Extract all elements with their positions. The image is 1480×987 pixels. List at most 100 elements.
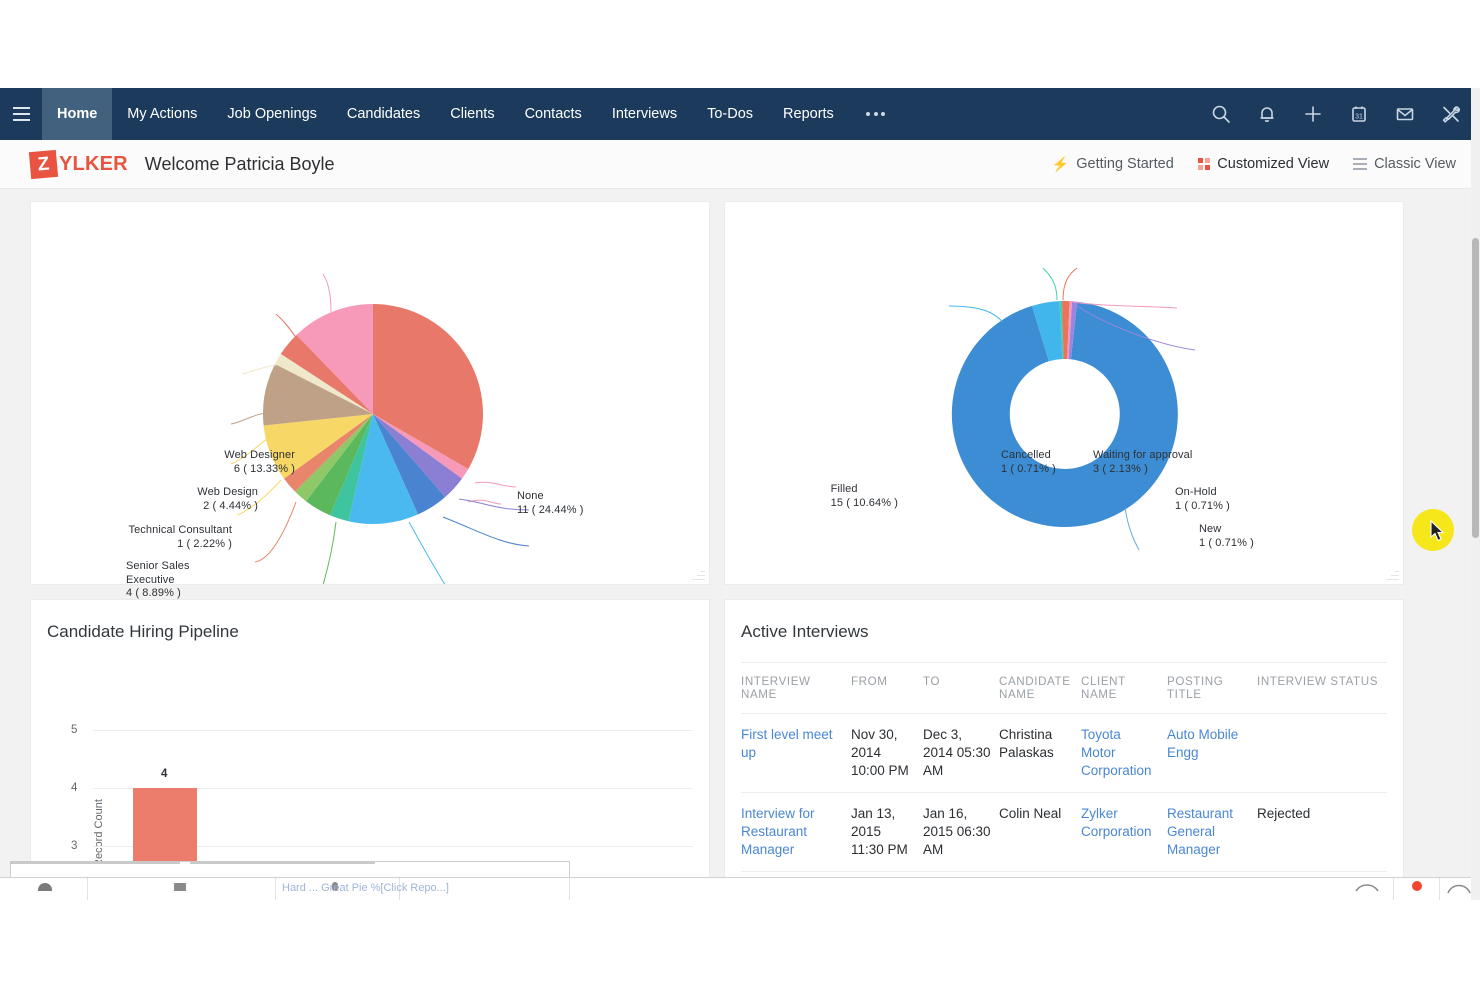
column-from[interactable]: FROM (851, 662, 923, 714)
bar-chart-y-axis-label: Record Count (93, 799, 105, 867)
candidate-hiring-pipeline-card: Candidate Hiring Pipeline Record Count 5… (30, 599, 710, 900)
donut-label-on-hold-value: 1 ( 0.71% ) (1175, 499, 1230, 512)
nav-item-todos-label: To-Dos (707, 106, 754, 122)
table-row[interactable]: Interview for Restaurant Manager Jan 13,… (741, 792, 1387, 872)
column-to[interactable]: TO (923, 662, 999, 714)
toolbar-cell-5[interactable] (1340, 878, 1394, 900)
envelope-icon[interactable] (1392, 101, 1418, 127)
record-dot-icon (1412, 881, 1422, 891)
hamburger-menu-icon[interactable] (0, 88, 42, 140)
nav-item-clients[interactable]: Clients (435, 88, 509, 140)
donut-label-on-hold: On-Hold 1 ( 0.71% ) (1175, 486, 1230, 513)
nav-item-candidates-label: Candidates (346, 106, 421, 122)
nav-item-my-actions[interactable]: My Actions (112, 88, 212, 140)
pie-label-none: None 11 ( 24.44% ) (517, 490, 584, 517)
row-1-to: Jan 16, 2015 06:30 AM (923, 792, 999, 872)
donut-label-new-name: New (1199, 523, 1222, 535)
bar-chart-ytick-3: 3 (71, 840, 78, 852)
row-0-posting-title[interactable]: Auto Mobile Engg (1167, 727, 1238, 760)
row-1-interview-name[interactable]: Interview for Restaurant Manager (741, 806, 815, 857)
nav-item-clients-label: Clients (450, 106, 495, 122)
partial-foreground-window-strip (0, 861, 1480, 877)
search-icon[interactable] (1208, 101, 1234, 127)
pie-label-web-designer-name: Web Designer (224, 449, 295, 461)
toolbar-cell-1[interactable] (10, 878, 88, 900)
job-opening-by-title-pie-card: None 11 ( 24.44% ) Auto Mobile Engg 1 ( … (30, 201, 710, 757)
page-scrollbar-thumb[interactable] (1472, 238, 1479, 538)
bar-chart-ytick-5: 5 (71, 724, 78, 736)
toolbar-truncated-text: Hard ... Great Pie %[Click Repo...] (282, 882, 449, 894)
donut-label-filled-value: 15 ( 10.64% ) (830, 496, 898, 509)
pie-label-technical-consultant-name: Technical Consultant (128, 524, 232, 536)
nav-item-interviews-label: Interviews (611, 106, 678, 122)
pie-label-senior-sales-executive: Senior Sales Executive 4 ( 8.89% ) (126, 560, 216, 601)
zylker-logo[interactable]: Z YLKER (28, 149, 128, 179)
donut-label-cancelled-name: Cancelled (1001, 449, 1051, 461)
bell-icon[interactable] (1254, 101, 1280, 127)
pie-label-technical-consultant: Technical Consultant 1 ( 2.22% ) (128, 524, 232, 551)
table-row[interactable]: First level meet up Nov 30, 2014 10:00 P… (741, 713, 1387, 793)
toolbar-cell-2[interactable] (88, 878, 276, 900)
donut-card-resize-handle[interactable] (1386, 567, 1399, 580)
row-1-candidate-name: Colin Neal (999, 792, 1081, 872)
donut-label-waiting-for-approval-name: Waiting for approval (1093, 449, 1193, 461)
page-scrollbar[interactable] (1471, 88, 1480, 900)
nav-overflow-menu-icon[interactable] (849, 88, 903, 140)
donut-chart[interactable]: Filled 15 ( 10.64% ) Cancelled 1 ( 0.71%… (725, 202, 1403, 762)
row-1-client-name[interactable]: Zylker Corporation (1081, 806, 1152, 839)
bar-chart-ytick-4: 4 (71, 782, 78, 794)
bolt-icon: ⚡ (1051, 155, 1070, 172)
toolbar-cell-record[interactable] (1394, 878, 1440, 900)
application-root: Home My Actions Job Openings Candidates … (0, 88, 1480, 900)
pie-label-web-design: Web Design 2 ( 4.44% ) (197, 486, 258, 513)
pipeline-title: Candidate Hiring Pipeline (47, 622, 239, 641)
plus-icon[interactable] (1300, 101, 1326, 127)
calendar-icon[interactable]: 31 (1346, 101, 1372, 127)
donut-label-new: New 1 ( 0.71% ) (1199, 523, 1254, 550)
row-0-from: Nov 30, 2014 10:00 PM (851, 713, 923, 793)
nav-item-reports[interactable]: Reports (768, 88, 849, 140)
classic-view-button[interactable]: Classic View (1353, 156, 1456, 172)
nav-item-contacts[interactable]: Contacts (510, 88, 597, 140)
pie-label-none-name: None (517, 490, 544, 502)
row-0-interview-name[interactable]: First level meet up (741, 727, 833, 760)
donut-label-cancelled: Cancelled 1 ( 0.71% ) (1001, 449, 1056, 476)
column-posting-title[interactable]: POSTING TITLE (1167, 662, 1257, 714)
pie-label-web-design-value: 2 ( 4.44% ) (203, 499, 258, 512)
nav-item-reports-label: Reports (783, 106, 834, 122)
getting-started-button[interactable]: ⚡ Getting Started (1052, 156, 1174, 173)
bar-chart[interactable]: Record Count 5 4 3 2 4 (31, 642, 709, 900)
pie-label-web-designer: Web Designer 6 ( 13.33% ) (224, 449, 295, 476)
customized-view-button[interactable]: Customized View (1197, 156, 1330, 172)
nav-item-todos[interactable]: To-Dos (692, 88, 768, 140)
nav-item-job-openings[interactable]: Job Openings (212, 88, 331, 140)
nav-item-home[interactable]: Home (42, 88, 113, 140)
pie-chart[interactable]: None 11 ( 24.44% ) Auto Mobile Engg 1 ( … (31, 202, 709, 757)
pie-label-technical-consultant-value: 1 ( 2.22% ) (177, 537, 232, 550)
nav-item-candidates[interactable]: Candidates (332, 88, 435, 140)
column-interview-name[interactable]: INTERVIEW NAME (741, 662, 851, 714)
customized-view-label: Customized View (1217, 156, 1330, 172)
column-candidate-name[interactable]: CANDIDATE NAME (999, 662, 1081, 714)
row-1-posting-title[interactable]: Restaurant General Manager (1167, 806, 1233, 857)
nav-item-interviews[interactable]: Interviews (597, 88, 692, 140)
nav-icon-group: 31 (1208, 88, 1480, 140)
column-client-name[interactable]: CLIENT NAME (1081, 662, 1167, 714)
job-opening-status-donut-card: Filled 15 ( 10.64% ) Cancelled 1 ( 0.71%… (724, 201, 1404, 762)
pie-label-none-value: 11 ( 24.44% ) (517, 503, 584, 516)
donut-label-new-value: 1 ( 0.71% ) (1199, 536, 1254, 549)
row-1-interview-status: Rejected (1257, 792, 1387, 872)
zylker-logo-text: YLKER (59, 152, 128, 175)
nav-item-home-label: Home (57, 106, 98, 122)
row-1-from: Jan 13, 2015 11:30 PM (851, 792, 923, 872)
tools-icon[interactable] (1438, 101, 1464, 127)
classic-view-label: Classic View (1374, 156, 1456, 172)
row-0-client-name[interactable]: Toyota Motor Corporation (1081, 727, 1152, 778)
pie-card-resize-handle[interactable] (692, 567, 705, 580)
nav-item-my-actions-label: My Actions (127, 106, 198, 122)
dashboard-content: None 11 ( 24.44% ) Auto Mobile Engg 1 ( … (0, 189, 1480, 900)
dashboard-row-charts: None 11 ( 24.44% ) Auto Mobile Engg 1 ( … (30, 201, 1450, 762)
grid-icon (1197, 157, 1211, 171)
pie-label-web-design-name: Web Design (197, 486, 258, 498)
column-interview-status[interactable]: INTERVIEW STATUS (1257, 662, 1387, 714)
